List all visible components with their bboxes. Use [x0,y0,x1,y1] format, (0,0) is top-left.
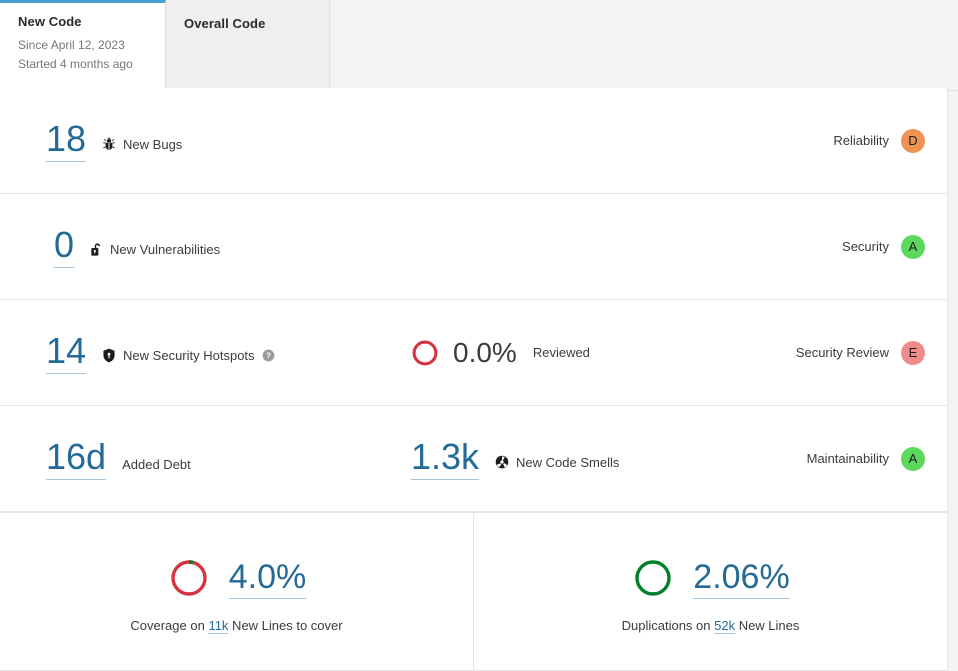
duplications-top-line: 2.06% [631,556,790,600]
coverage-caption-post: New Lines to cover [228,618,343,633]
coverage-duplications-section: 4.0% Coverage on 11k New Lines to cover … [0,512,947,670]
tabs-filler [330,0,958,91]
tab-new-code-started: Started 4 months ago [18,57,133,71]
row-security-review: 14 New Security Hotspots ? 0.0% Reviewed… [0,300,947,406]
duplications-caption: Duplications on 52k New Lines [621,618,800,634]
coverage-new-lines-link[interactable]: 11k [208,618,229,634]
tab-new-code-label: New Code [18,14,82,29]
new-code-smells-value[interactable]: 1.3k [411,437,480,480]
security-review-rating-block: Security Review E [795,340,925,365]
security-hotspot-shield-icon [102,348,116,363]
measure-new-bugs: 18 New Bugs [46,119,182,162]
new-vulnerabilities-value[interactable]: 0 [54,225,75,268]
added-debt-label-group: Added Debt [122,457,191,472]
tab-new-code-since: Since April 12, 2023 [18,38,125,52]
hotspots-reviewed-label: Reviewed [532,345,590,360]
new-bugs-label: New Bugs [123,136,183,152]
bug-icon [102,137,116,151]
new-vulnerabilities-label: New Vulnerabilities [110,242,221,257]
measure-new-security-hotspots: 14 New Security Hotspots ? [46,331,411,374]
new-security-hotspots-label-group: New Security Hotspots ? [102,348,275,363]
row-maintainability: 16d Added Debt 1.3k New Code Smells Main… [0,406,947,512]
duplications-cell: 2.06% Duplications on 52k New Lines [474,513,947,670]
duplications-percent[interactable]: 2.06% [693,558,790,599]
duplications-caption-pre: Duplications on [621,618,715,633]
reliability-rating-name: Reliability [833,133,889,148]
help-circle-icon[interactable]: ? [262,349,275,362]
added-debt-value[interactable]: 16d [46,437,107,480]
code-period-tabs: New Code Since April 12, 2023 Started 4 … [0,0,958,91]
coverage-percent[interactable]: 4.0% [228,558,307,599]
reliability-rating-block: Reliability D [833,128,925,153]
reviewed-donut-chart [411,339,439,367]
vulnerability-lock-icon [90,242,103,257]
maintainability-rating-badge[interactable]: A [901,446,925,471]
new-code-smells-label: New Code Smells [516,454,620,470]
row-security: 0 New Vulnerabilities Security A [0,194,947,300]
new-bugs-label-group: New Bugs [102,137,182,152]
new-security-hotspots-label: New Security Hotspots [123,348,255,363]
reliability-rating-badge[interactable]: D [901,128,925,153]
duplications-caption-post: New Lines [735,618,800,633]
tab-overall-code-label: Overall Code [184,16,266,31]
security-rating-block: Security A [842,234,925,259]
security-review-rating-name: Security Review [795,345,889,360]
tab-overall-code[interactable]: Overall Code [166,0,330,91]
project-overview-page: New Code Since April 12, 2023 Started 4 … [0,0,958,671]
row-reliability: 18 New Bugs Reliability D [0,88,947,194]
coverage-caption: Coverage on 11k New Lines to cover [130,618,343,634]
code-smell-icon [495,455,509,469]
hotspots-reviewed-percent: 0.0% [453,336,517,368]
measures-panel: 18 New Bugs Reliability D 0 New Vulnerab… [0,88,948,671]
duplications-donut-chart [631,556,675,600]
maintainability-rating-block: Maintainability A [806,446,925,471]
new-security-hotspots-value[interactable]: 14 [46,331,87,374]
security-rating-badge[interactable]: A [901,234,925,259]
new-vulnerabilities-label-group: New Vulnerabilities [90,242,220,257]
coverage-cell: 4.0% Coverage on 11k New Lines to cover [0,513,474,670]
svg-text:?: ? [266,351,271,360]
measure-added-debt: 16d Added Debt [46,437,411,480]
coverage-donut-chart [167,556,211,600]
measure-new-vulnerabilities: 0 New Vulnerabilities [46,225,220,268]
coverage-caption-pre: Coverage on [130,618,209,633]
coverage-top-line: 4.0% [167,556,307,600]
duplications-new-lines-link[interactable]: 52k [714,618,736,634]
maintainability-rating-name: Maintainability [806,451,889,466]
measure-hotspots-reviewed: 0.0% Reviewed [411,337,590,369]
security-rating-name: Security [842,239,889,254]
new-code-smells-label-group: New Code Smells [495,455,619,470]
tab-new-code[interactable]: New Code Since April 12, 2023 Started 4 … [0,0,166,91]
added-debt-label: Added Debt [122,457,191,472]
security-review-rating-badge[interactable]: E [901,340,925,365]
new-bugs-value[interactable]: 18 [46,119,87,162]
measure-new-code-smells: 1.3k New Code Smells [411,437,619,480]
